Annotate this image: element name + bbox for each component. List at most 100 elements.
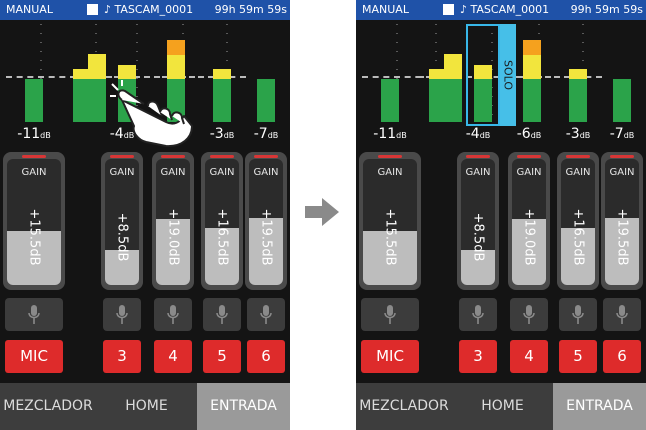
microphone-icon: [472, 304, 484, 324]
meter-green-segment: [569, 79, 587, 122]
gain-card-6[interactable]: GAIN +19.5dB: [601, 152, 643, 290]
gain-title: GAIN: [109, 167, 135, 178]
meter-yellow-segment: [118, 65, 136, 79]
meter-orange-segment: [167, 40, 185, 55]
mic-button-5[interactable]: [559, 298, 597, 331]
tab-bar: MEZCLADOR HOME ENTRADA: [0, 383, 290, 430]
gain-card-mic[interactable]: GAIN +15.5dB: [3, 152, 65, 290]
solo-highlight[interactable]: [466, 24, 500, 126]
status-file-name: ♪ TASCAM_0001: [104, 3, 194, 16]
gain-card-mic[interactable]: GAIN +15.5dB: [359, 152, 421, 290]
gain-indicator: [22, 155, 46, 158]
meter-green-segment: [381, 79, 399, 122]
gain-value: +15.5dB: [26, 208, 42, 266]
level-readout: -7dB: [597, 126, 646, 142]
tab-mixer[interactable]: MEZCLADOR: [356, 383, 452, 430]
mic-button-mic[interactable]: [361, 298, 419, 331]
microphone-icon: [28, 304, 40, 324]
level-readout: -4dB: [453, 126, 503, 142]
gain-card-4[interactable]: GAIN +19.0dB: [508, 152, 550, 290]
meter-yellow-segment: [569, 69, 587, 79]
mic-button-4[interactable]: [510, 298, 548, 331]
mic-button-3[interactable]: [103, 298, 141, 331]
meter-yellow-segment: [167, 55, 185, 79]
gain-title: GAIN: [465, 167, 491, 178]
meter-bar: [523, 24, 541, 122]
gain-indicator: [110, 155, 134, 158]
tab-home[interactable]: HOME: [96, 383, 197, 430]
level-value: -3: [565, 126, 580, 142]
level-unit: dB: [396, 131, 407, 140]
meter-bar: [613, 24, 631, 122]
microphone-icon: [523, 304, 535, 324]
channel-button-mic[interactable]: MIC: [361, 340, 419, 373]
tab-input[interactable]: ENTRADA: [197, 383, 290, 430]
mic-button-6[interactable]: [603, 298, 641, 331]
gain-card-3[interactable]: GAIN +8.5dB: [457, 152, 499, 290]
gain-value: +19.5dB: [258, 208, 274, 266]
channel-button-6[interactable]: 6: [603, 340, 641, 373]
meter-bar: [381, 24, 399, 122]
arrow-right-icon: [305, 198, 339, 226]
mic-button-3[interactable]: [459, 298, 497, 331]
microphone-icon: [167, 304, 179, 324]
meter-bar: [444, 24, 462, 122]
meter-bar: [88, 24, 106, 122]
level-unit: dB: [223, 131, 235, 140]
meter-orange-segment: [523, 40, 541, 55]
microphone-icon: [572, 304, 584, 324]
meter-green-segment: [613, 79, 631, 122]
microphone-icon: [384, 304, 396, 324]
channel-button-4[interactable]: 4: [154, 340, 192, 373]
level-value: -4: [465, 126, 480, 142]
channel-button-6[interactable]: 6: [247, 340, 285, 373]
channel-button-5[interactable]: 5: [203, 340, 241, 373]
mic-button-6[interactable]: [247, 298, 285, 331]
level-unit: dB: [479, 131, 491, 140]
status-remaining-time: 99h 59m 59s: [570, 3, 643, 16]
gain-card-6[interactable]: GAIN +19.5dB: [245, 152, 287, 290]
channel-button-4[interactable]: 4: [510, 340, 548, 373]
meter-bar: [257, 24, 275, 122]
microphone-icon: [260, 304, 272, 324]
level-readout: -11dB: [9, 126, 59, 142]
gain-panel: GAIN +16.5dB: [205, 159, 239, 285]
level-unit: dB: [623, 131, 635, 140]
gain-value: +19.0dB: [521, 208, 537, 266]
tab-input[interactable]: ENTRADA: [553, 383, 646, 430]
status-bar: MANUAL ♪ TASCAM_0001 99h 59m 59s: [356, 0, 646, 20]
gain-title: GAIN: [565, 167, 591, 178]
gain-panel: GAIN +15.5dB: [363, 159, 417, 285]
gain-indicator: [378, 155, 402, 158]
gain-indicator: [466, 155, 490, 158]
status-mode: MANUAL: [362, 3, 409, 16]
gain-panel: GAIN +19.5dB: [605, 159, 639, 285]
mic-button-mic[interactable]: [5, 298, 63, 331]
meter-green-segment: [257, 79, 275, 122]
level-readout: -3dB: [553, 126, 603, 142]
microphone-icon: [116, 304, 128, 324]
tab-home[interactable]: HOME: [452, 383, 553, 430]
gain-indicator: [566, 155, 590, 158]
mic-button-5[interactable]: [203, 298, 241, 331]
gain-title: GAIN: [377, 167, 403, 178]
status-bar: MANUAL ♪ TASCAM_0001 99h 59m 59s: [0, 0, 290, 20]
gain-value: +19.0dB: [165, 208, 181, 266]
gain-card-5[interactable]: GAIN +16.5dB: [201, 152, 243, 290]
channel-button-3[interactable]: 3: [459, 340, 497, 373]
meter-yellow-segment: [213, 69, 231, 79]
level-unit: dB: [40, 131, 51, 140]
gain-indicator: [254, 155, 278, 158]
gain-title: GAIN: [516, 167, 542, 178]
mic-button-4[interactable]: [154, 298, 192, 331]
gain-card-5[interactable]: GAIN +16.5dB: [557, 152, 599, 290]
meter-bar: [213, 24, 231, 122]
level-value: -6: [516, 126, 531, 142]
channel-button-mic[interactable]: MIC: [5, 340, 63, 373]
channel-button-5[interactable]: 5: [559, 340, 597, 373]
channel-button-3[interactable]: 3: [103, 340, 141, 373]
gain-card-3[interactable]: GAIN +8.5dB: [101, 152, 143, 290]
tab-mixer[interactable]: MEZCLADOR: [0, 383, 96, 430]
gain-card-4[interactable]: GAIN +19.0dB: [152, 152, 194, 290]
gain-title: GAIN: [209, 167, 235, 178]
